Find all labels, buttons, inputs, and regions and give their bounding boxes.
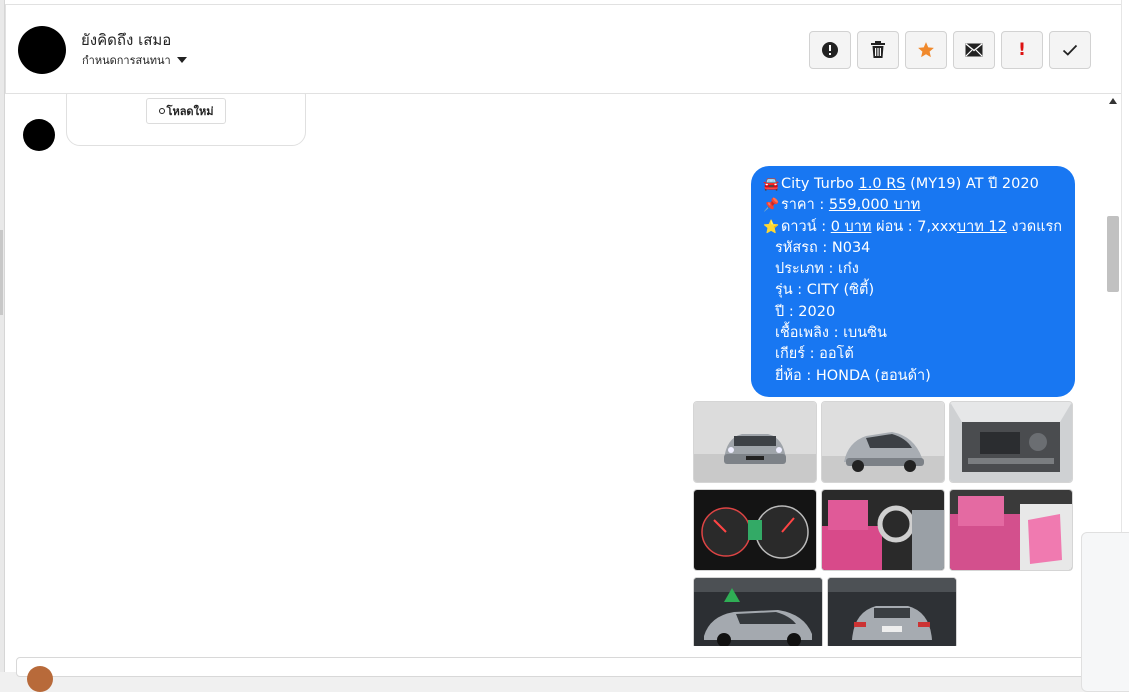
scroll-up-arrow-icon[interactable] — [1109, 98, 1117, 104]
listing-brand: ยี่ห้อ : HONDA (ฮอนด้า) — [775, 367, 931, 384]
reload-label: โหลดใหม่ — [166, 105, 214, 118]
star-icon — [918, 42, 934, 58]
conversation-label-dropdown[interactable]: กำหนดการสนทนา — [82, 51, 187, 69]
envelope-icon — [965, 43, 983, 57]
trash-icon — [871, 41, 885, 58]
down-link[interactable]: 0 บาท — [831, 219, 872, 235]
price-link[interactable]: 559,000 บาท — [829, 197, 920, 213]
listing-down-payment: ⭐ ดาวน์ : 0 บาท ผ่อน : 7,xxxบาท 12 งวดแรก — [763, 217, 1063, 238]
sender-avatar — [23, 119, 55, 151]
reply-composer[interactable] — [16, 657, 1096, 692]
contact-avatar[interactable] — [18, 26, 66, 74]
listing-year: ปี : 2020 — [775, 303, 836, 320]
listing-fuel: เชื้อเพลิง : เบนซิน — [775, 325, 887, 342]
exclamation-icon: ! — [1018, 40, 1026, 60]
reload-button[interactable]: โหลดใหม่ — [146, 98, 226, 124]
car-front-photo[interactable] — [693, 401, 817, 483]
composer-avatar — [27, 666, 53, 692]
contact-name[interactable]: ยังคิดถึง เสมอ — [81, 28, 171, 52]
listing-gear: เกียร์ : ออโต้ — [775, 346, 854, 363]
car-icon: 🚘 — [763, 177, 780, 192]
interior-driver-photo[interactable] — [821, 489, 945, 571]
exclamation-circle-icon — [822, 42, 838, 58]
outgoing-message-bubble: 🚘 City Turbo 1.0 RS (MY19) AT ปี 2020 📌 รา… — [751, 166, 1075, 397]
title-link[interactable]: 1.0 RS — [859, 176, 906, 192]
star-button[interactable] — [905, 31, 947, 69]
listing-code: รหัสรถ : N034 — [775, 239, 871, 256]
listing-model: รุ่น : CITY (ซิตี้) — [775, 282, 875, 299]
car-rear-angle-photo[interactable] — [693, 577, 823, 646]
header-actions: ! — [809, 31, 1091, 69]
listing-type: ประเภท : เก๋ง — [775, 261, 859, 278]
listing-title: 🚘 City Turbo 1.0 RS (MY19) AT ปี 2020 — [763, 174, 1063, 195]
done-button[interactable] — [1049, 31, 1091, 69]
listing-price: 📌 ราคา : 559,000 บาท — [763, 195, 1063, 216]
interior-seats-photo[interactable] — [949, 489, 1073, 571]
installment-link[interactable]: บาท 12 — [957, 219, 1007, 235]
app-window: ยังคิดถึง เสมอ กำหนดการสนทนา ! โหลดใหม่ … — [0, 0, 1129, 692]
delete-button[interactable] — [857, 31, 899, 69]
star-emoji-icon: ⭐ — [763, 219, 780, 235]
reload-icon — [158, 108, 165, 114]
report-button[interactable] — [809, 31, 851, 69]
incoming-message-bubble: โหลดใหม่ — [66, 94, 306, 146]
dashboard-gauges-photo[interactable] — [693, 489, 817, 571]
conversation-header: ยังคิดถึง เสมอ กำหนดการสนทนา ! — [5, 4, 1121, 94]
message-thread[interactable]: โหลดใหม่ 🚘 City Turbo 1.0 RS (MY19) AT ปี… — [5, 94, 1105, 646]
car-rear-photo[interactable] — [827, 577, 957, 646]
caret-down-icon — [176, 57, 187, 63]
side-panel[interactable] — [1081, 532, 1129, 692]
car-front-angle-photo[interactable] — [821, 401, 945, 483]
important-button[interactable]: ! — [1001, 31, 1043, 69]
check-icon — [1062, 44, 1078, 56]
pushpin-icon: 📌 — [763, 198, 780, 214]
conversation-label-text: กำหนดการสนทนา — [82, 54, 171, 67]
mark-unread-button[interactable] — [953, 31, 995, 69]
engine-bay-photo[interactable] — [949, 401, 1073, 483]
scroll-thumb[interactable] — [1107, 216, 1119, 292]
